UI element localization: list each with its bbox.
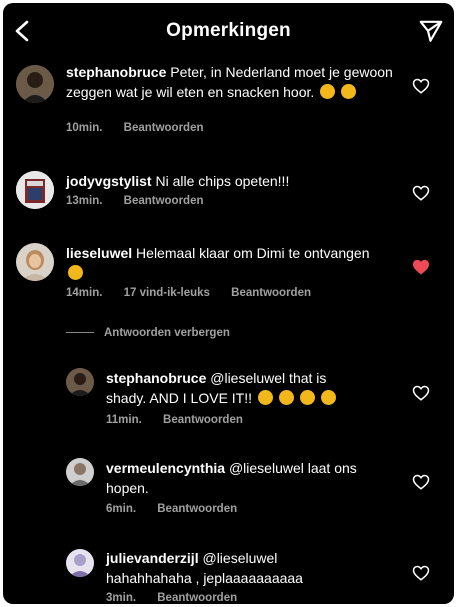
heart-filled-icon[interactable] [412, 258, 430, 276]
heart-icon[interactable] [412, 184, 430, 202]
comment-username[interactable]: lieseluwel [66, 245, 132, 261]
comment-text: julievanderzijl @lieseluwel hahahhahaha … [106, 548, 306, 588]
divider-line [66, 332, 94, 334]
heart-icon[interactable] [412, 564, 430, 582]
send-icon[interactable] [418, 18, 444, 44]
comment-meta: 11min. Beantwoorden [106, 414, 261, 426]
comments-screen: Opmerkingen stephanobruce Peter, in Nede… [3, 3, 454, 604]
reply-button[interactable]: Beantwoorden [124, 122, 204, 134]
avatar[interactable] [16, 243, 54, 281]
comment-body: Helemaal klaar om Dimi te ontvangen [136, 245, 370, 261]
avatar[interactable] [16, 65, 54, 103]
comment-time: 13min. [66, 195, 103, 207]
comment-time: 14min. [66, 287, 103, 299]
comment-text: jodyvgstylist Ni alle chips opeten!!! [66, 171, 396, 191]
likes-count[interactable]: 17 vind-ik-leuks [124, 287, 210, 299]
comment-meta: 14min. 17 vind-ik-leuks Beantwoorden [66, 287, 329, 299]
comment-username[interactable]: vermeulencynthia [106, 460, 225, 476]
comment-meta: 6min. Beantwoorden [106, 503, 255, 515]
comment-text: vermeulencynthia @lieseluwel laat ons ho… [106, 458, 366, 498]
avatar-image [66, 549, 94, 577]
comment-meta: 10min. Beantwoorden [66, 122, 222, 134]
avatar-image [66, 458, 94, 486]
avatar-image [16, 65, 54, 103]
avatar-image [66, 368, 94, 396]
page-title: Opmerkingen [166, 20, 291, 41]
face-with-tears-of-joy-emoji [320, 390, 336, 405]
reply-button[interactable]: Beantwoorden [231, 287, 311, 299]
avatar[interactable] [66, 458, 94, 486]
comment-time: 3min. [106, 592, 137, 604]
comment-text: stephanobruce @lieseluwel that is shady.… [106, 368, 366, 408]
face-with-tears-of-joy-emoji [257, 390, 273, 405]
reply-button[interactable]: Beantwoorden [157, 503, 237, 515]
comment-time: 11min. [106, 414, 142, 426]
comment-body: Ni alle chips opeten!!! [155, 173, 290, 189]
relieved-face-emoji [68, 265, 83, 280]
comment-username[interactable]: julievanderzijl [106, 550, 199, 566]
smiling-face-with-hand-over-mouth-emoji [341, 84, 357, 99]
comment-username[interactable]: stephanobruce [66, 64, 166, 80]
comment-time: 10min. [66, 122, 103, 134]
avatar-image [16, 243, 54, 281]
comment-meta: 3min. Beantwoorden [106, 592, 255, 604]
comment-meta: 13min. Beantwoorden [66, 195, 222, 207]
heart-icon[interactable] [412, 77, 430, 95]
comment-time: 6min. [106, 503, 137, 515]
reply-button[interactable]: Beantwoorden [163, 414, 243, 426]
avatar[interactable] [66, 368, 94, 396]
avatar-image [16, 171, 54, 209]
reply-button[interactable]: Beantwoorden [157, 592, 237, 604]
hide-replies-button[interactable]: Antwoorden verbergen [66, 327, 230, 339]
face-with-tears-of-joy-emoji [299, 390, 315, 405]
header: Opmerkingen [3, 3, 454, 59]
face-with-tears-of-joy-emoji [278, 390, 294, 405]
comment-username[interactable]: stephanobruce [106, 370, 206, 386]
comment-username[interactable]: jodyvgstylist [66, 173, 152, 189]
smiling-face-with-hand-over-mouth-emoji [320, 84, 336, 99]
avatar[interactable] [16, 171, 54, 209]
reply-button[interactable]: Beantwoorden [124, 195, 204, 207]
heart-icon[interactable] [412, 384, 430, 402]
heart-icon[interactable] [412, 473, 430, 491]
comment-text: stephanobruce Peter, in Nederland moet j… [66, 62, 396, 102]
hide-replies-label: Antwoorden verbergen [104, 327, 230, 339]
comment-text: lieseluwel Helemaal klaar om Dimi te ont… [66, 243, 376, 283]
avatar[interactable] [66, 549, 94, 577]
